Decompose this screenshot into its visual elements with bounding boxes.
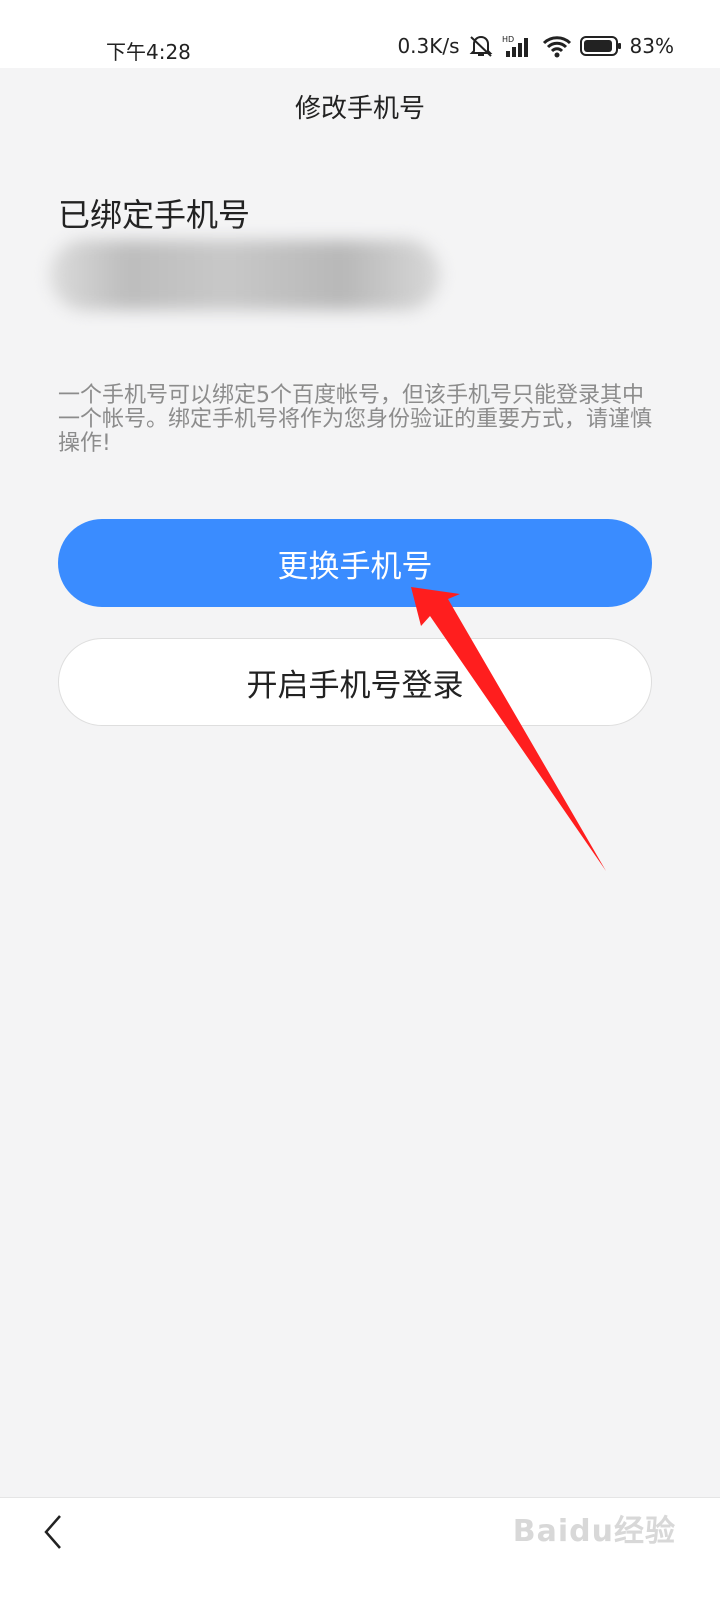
status-indicators: 0.3K/s HD 83%	[397, 34, 674, 58]
bound-phone-number-redacted	[50, 240, 440, 310]
hd-signal-icon: HD	[502, 34, 534, 58]
status-time: 下午4:28	[106, 40, 191, 64]
change-phone-button[interactable]: 更换手机号	[58, 519, 652, 607]
binding-notice: 一个手机号可以绑定5个百度帐号，但该手机号只能登录其中一个帐号。绑定手机号将作为…	[58, 383, 653, 456]
bottom-nav-bar: Baidu经验	[0, 1497, 720, 1601]
battery-icon	[579, 35, 622, 57]
enable-phone-login-button[interactable]: 开启手机号登录	[58, 638, 652, 726]
nav-bar: 修改手机号	[0, 68, 720, 138]
wifi-icon	[542, 34, 572, 58]
svg-text:HD: HD	[502, 35, 514, 44]
page-title: 修改手机号	[294, 94, 425, 124]
back-button[interactable]	[36, 1512, 76, 1552]
network-speed: 0.3K/s	[397, 34, 460, 58]
chevron-left-icon	[44, 1515, 61, 1549]
status-bar: 下午4:28 0.3K/s HD 83%	[0, 0, 720, 68]
watermark: Baidu经验	[512, 1514, 676, 1549]
mute-icon	[468, 34, 494, 58]
battery-percent: 83%	[629, 34, 674, 58]
bound-phone-label: 已绑定手机号	[58, 196, 251, 234]
